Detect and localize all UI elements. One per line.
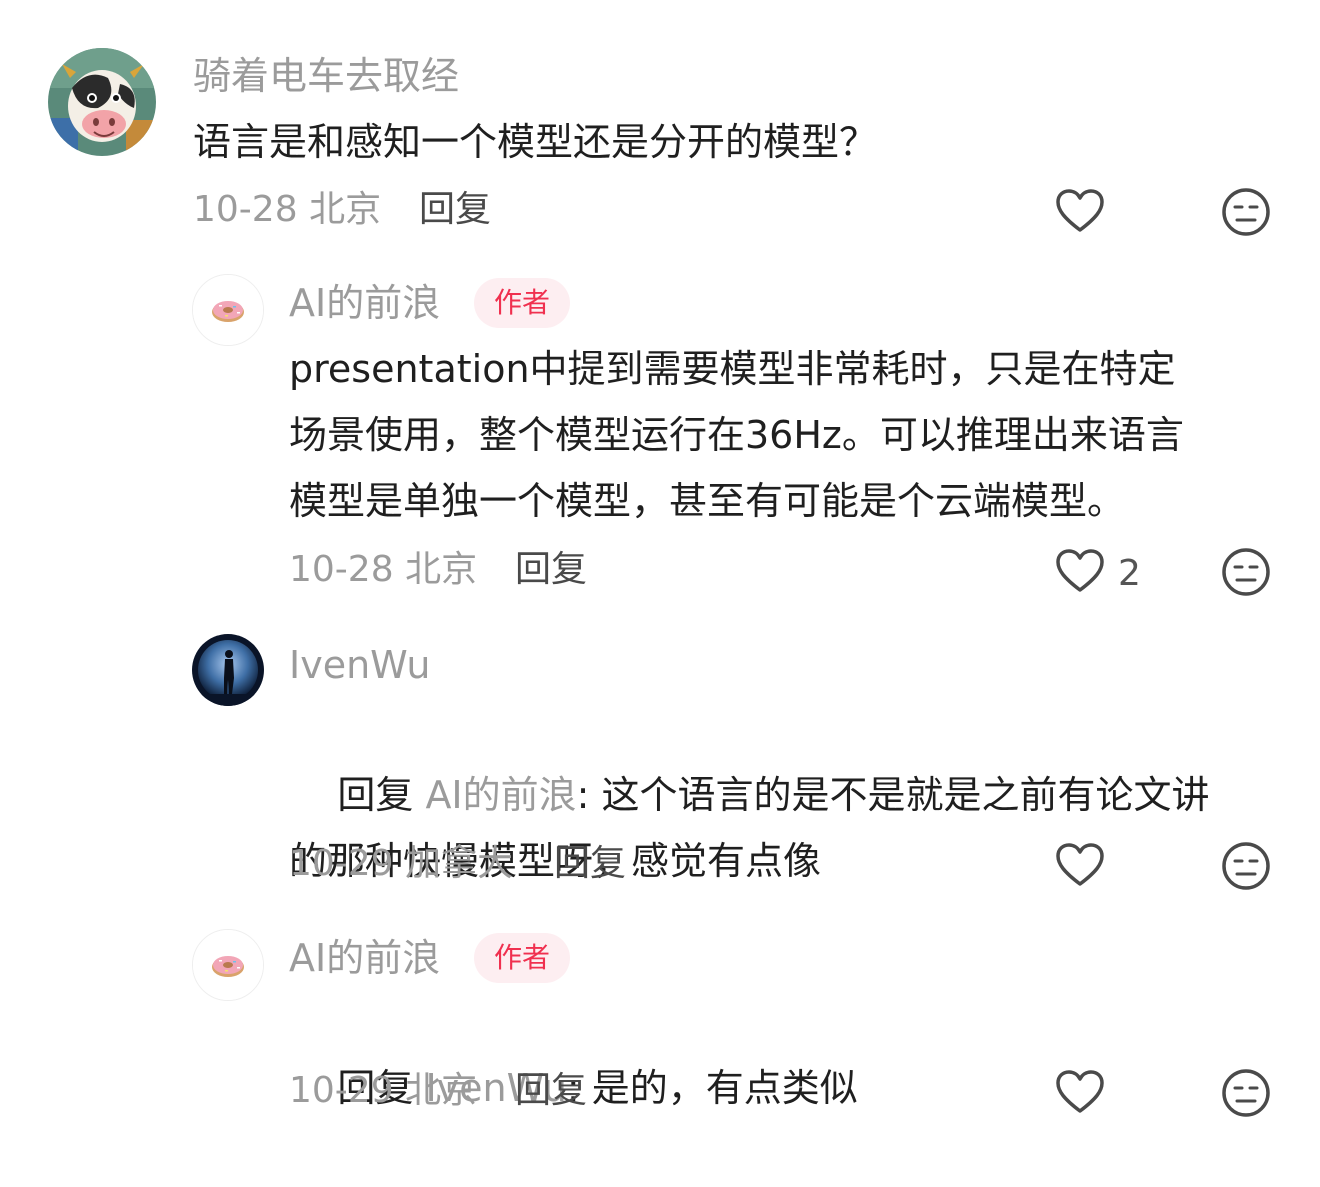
comment-location: 北京	[405, 549, 478, 590]
reply-body: : 是的，有点类似	[566, 1066, 858, 1110]
comment-date-location: 10-28 北京	[193, 192, 381, 228]
reply-target-username[interactable]: AI的前浪	[425, 773, 576, 817]
comment-username[interactable]: IvenWu	[289, 646, 430, 684]
comment-item: AI的前浪 作者 回复 IvenWu: 是的，有点类似 10-29 北京 回复	[0, 905, 1320, 1146]
heart-icon	[1056, 843, 1104, 886]
cow-avatar-icon	[48, 48, 156, 156]
comment-item: IvenWu 回复 AI的前浪: 这个语言的是不是就是之前有论文讲 的那种快慢模…	[0, 610, 1320, 910]
comment-item: AI的前浪 作者 presentation中提到需要模型非常耗时，只是在特定 场…	[0, 250, 1320, 610]
heart-icon	[1056, 1070, 1104, 1113]
reply-button[interactable]: 回复	[554, 846, 626, 882]
dislike-button[interactable]	[1220, 840, 1272, 892]
comment-location: 北京	[309, 189, 382, 230]
comment-username[interactable]: AI的前浪	[289, 284, 440, 322]
comment-date: 10-28	[193, 189, 298, 230]
like-count: 2	[1118, 553, 1141, 594]
comment-location: 加拿大	[405, 843, 514, 884]
donut-avatar-icon	[193, 930, 263, 1000]
comment-text: 语言是和感知一个模型还是分开的模型？	[193, 120, 878, 164]
meh-face-icon	[1222, 548, 1270, 596]
author-badge: 作者	[474, 278, 570, 328]
user-avatar[interactable]	[192, 634, 264, 706]
heart-icon	[1056, 189, 1104, 232]
comment-date: 10-29	[289, 843, 394, 884]
meh-face-icon	[1222, 842, 1270, 890]
meh-face-icon	[1222, 1069, 1270, 1117]
comment-item: 骑着电车去取经 语言是和感知一个模型还是分开的模型？ 10-28 北京 回复	[0, 0, 1320, 250]
comment-date: 10-28	[289, 549, 394, 590]
reply-prefix: 回复	[337, 773, 414, 817]
comment-date: 10-29	[289, 1070, 394, 1111]
silhouette-avatar-icon	[192, 634, 264, 706]
user-avatar[interactable]	[192, 929, 264, 1001]
donut-avatar-icon	[193, 275, 263, 345]
dislike-button[interactable]	[1220, 546, 1272, 598]
comment-text: presentation中提到需要模型非常耗时，只是在特定 场景使用，整个模型运…	[289, 347, 1184, 523]
reply-button[interactable]: 回复	[515, 1073, 587, 1109]
user-avatar[interactable]	[48, 48, 156, 156]
user-avatar[interactable]	[192, 274, 264, 346]
like-button[interactable]	[1054, 840, 1106, 892]
author-badge: 作者	[474, 933, 570, 983]
meh-face-icon	[1222, 188, 1270, 236]
comment-date-location: 10-29 北京	[289, 1073, 477, 1109]
dislike-button[interactable]	[1220, 1067, 1272, 1119]
dislike-button[interactable]	[1220, 186, 1272, 238]
heart-icon	[1056, 549, 1104, 592]
comment-date-location: 10-29 加拿大	[289, 846, 513, 882]
reply-button[interactable]: 回复	[515, 552, 587, 588]
comment-location: 北京	[405, 1070, 478, 1111]
comment-date-location: 10-28 北京	[289, 552, 477, 588]
reply-button[interactable]: 回复	[419, 192, 491, 228]
comment-username[interactable]: 骑着电车去取经	[193, 57, 459, 95]
like-button[interactable]	[1054, 546, 1106, 598]
like-button[interactable]	[1054, 186, 1106, 238]
like-button[interactable]	[1054, 1067, 1106, 1119]
comment-username[interactable]: AI的前浪	[289, 939, 440, 977]
